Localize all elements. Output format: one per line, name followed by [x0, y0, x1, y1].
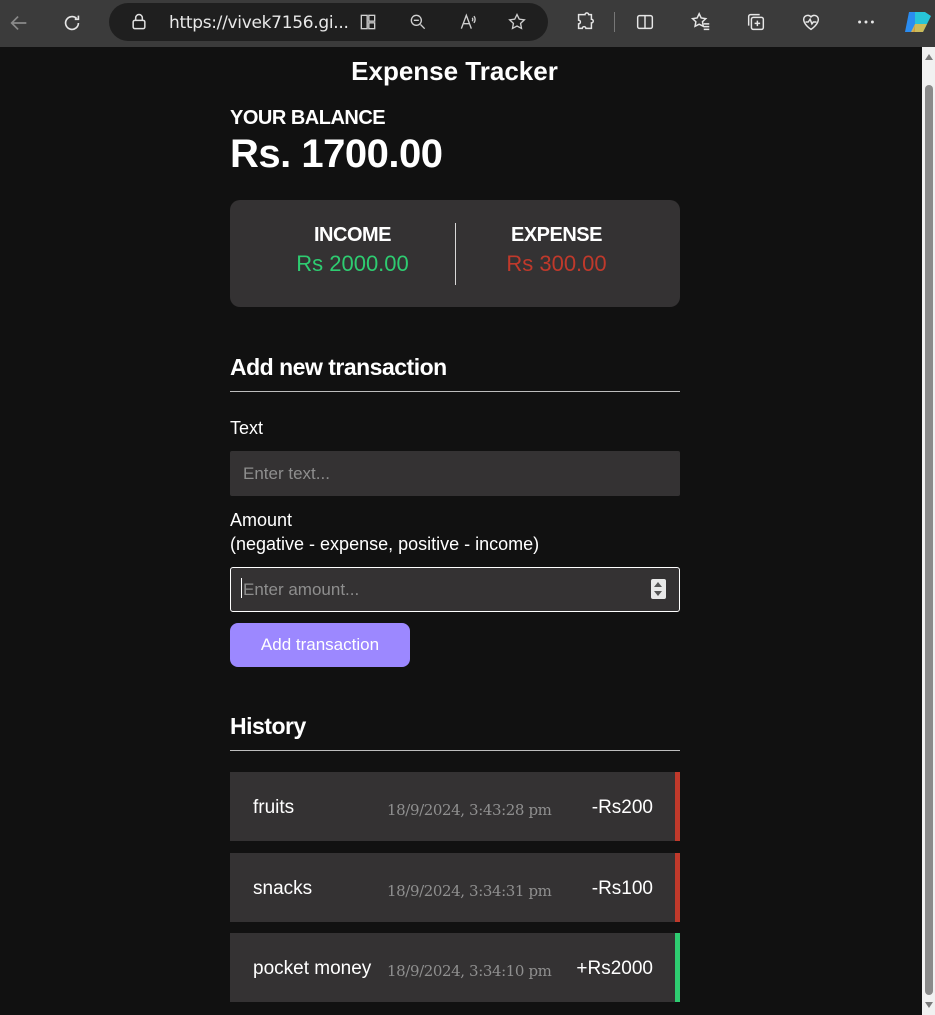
split-screen-icon[interactable]: [630, 7, 660, 37]
toolbar-divider: [614, 12, 615, 32]
history-item[interactable]: fruits 18/9/2024, 3:43:28 pm -Rs200: [230, 772, 680, 841]
history-item[interactable]: pocket money 18/9/2024, 3:34:10 pm +Rs20…: [230, 933, 680, 1002]
income-label: INCOME: [314, 224, 392, 246]
spinner-down-icon[interactable]: [654, 591, 662, 596]
add-transaction-button[interactable]: Add transaction: [230, 623, 410, 667]
copilot-icon[interactable]: [901, 6, 933, 38]
text-input[interactable]: [230, 451, 680, 496]
history-item-name: pocket money: [253, 958, 372, 979]
text-caret: [241, 578, 242, 598]
income-column: INCOME Rs 2000.00: [240, 224, 465, 277]
expense-label: EXPENSE: [511, 224, 602, 246]
refresh-icon[interactable]: [55, 6, 89, 40]
history-item-amount: -Rs100: [591, 878, 653, 899]
text-label: Text: [230, 418, 264, 438]
apps-icon[interactable]: [357, 11, 379, 33]
amount-label-block: Amount (negative - expense, positive - i…: [230, 508, 539, 556]
read-aloud-icon[interactable]: [457, 11, 479, 33]
browser-toolbar: https://vivek7156.gi...: [0, 0, 935, 47]
number-spinner[interactable]: [651, 579, 666, 599]
balance-value: Rs. 1700.00: [230, 132, 443, 176]
balance-label: YOUR BALANCE: [230, 107, 386, 129]
history-item-date: 18/9/2024, 3:34:31 pm: [387, 882, 552, 900]
address-bar[interactable]: https://vivek7156.gi...: [109, 3, 548, 41]
app-title: Expense Tracker: [351, 56, 558, 86]
expense-column: EXPENSE Rs 300.00: [444, 224, 669, 277]
collections-icon[interactable]: [741, 7, 771, 37]
history-item[interactable]: snacks 18/9/2024, 3:34:31 pm -Rs100: [230, 853, 680, 922]
back-icon[interactable]: [2, 6, 36, 40]
favorites-icon[interactable]: [686, 7, 716, 37]
extensions-icon[interactable]: [570, 7, 600, 37]
page-scrollbar[interactable]: [922, 47, 935, 1015]
spinner-up-icon[interactable]: [654, 582, 662, 587]
history-item-amount: +Rs2000: [576, 958, 653, 979]
add-transaction-heading: Add new transaction: [230, 354, 680, 392]
zoom-out-icon[interactable]: [407, 11, 429, 33]
scroll-up-icon[interactable]: [925, 54, 933, 60]
favorite-star-icon[interactable]: [506, 11, 528, 33]
amount-input[interactable]: [230, 567, 680, 612]
scroll-thumb[interactable]: [925, 85, 933, 995]
income-expense-card: INCOME Rs 2000.00 EXPENSE Rs 300.00: [230, 200, 680, 307]
url-text[interactable]: https://vivek7156.gi...: [169, 13, 349, 33]
scroll-down-icon[interactable]: [925, 1002, 933, 1008]
history-item-date: 18/9/2024, 3:34:10 pm: [387, 962, 552, 980]
amount-hint: (negative - expense, positive - income): [230, 534, 540, 554]
expense-value: Rs 300.00: [506, 251, 607, 276]
expense-indicator-bar: [675, 853, 680, 922]
history-item-date: 18/9/2024, 3:43:28 pm: [387, 801, 552, 819]
history-item-name: fruits: [253, 797, 295, 818]
income-indicator-bar: [675, 933, 680, 1002]
more-options-icon[interactable]: [851, 7, 881, 37]
amount-label: Amount: [230, 510, 293, 530]
history-item-amount: -Rs200: [591, 797, 653, 818]
expense-indicator-bar: [675, 772, 680, 841]
income-value: Rs 2000.00: [296, 251, 409, 276]
history-heading: History: [230, 713, 680, 751]
history-item-name: snacks: [253, 878, 313, 899]
browser-essentials-icon[interactable]: [796, 7, 826, 37]
lock-icon: [129, 12, 149, 32]
